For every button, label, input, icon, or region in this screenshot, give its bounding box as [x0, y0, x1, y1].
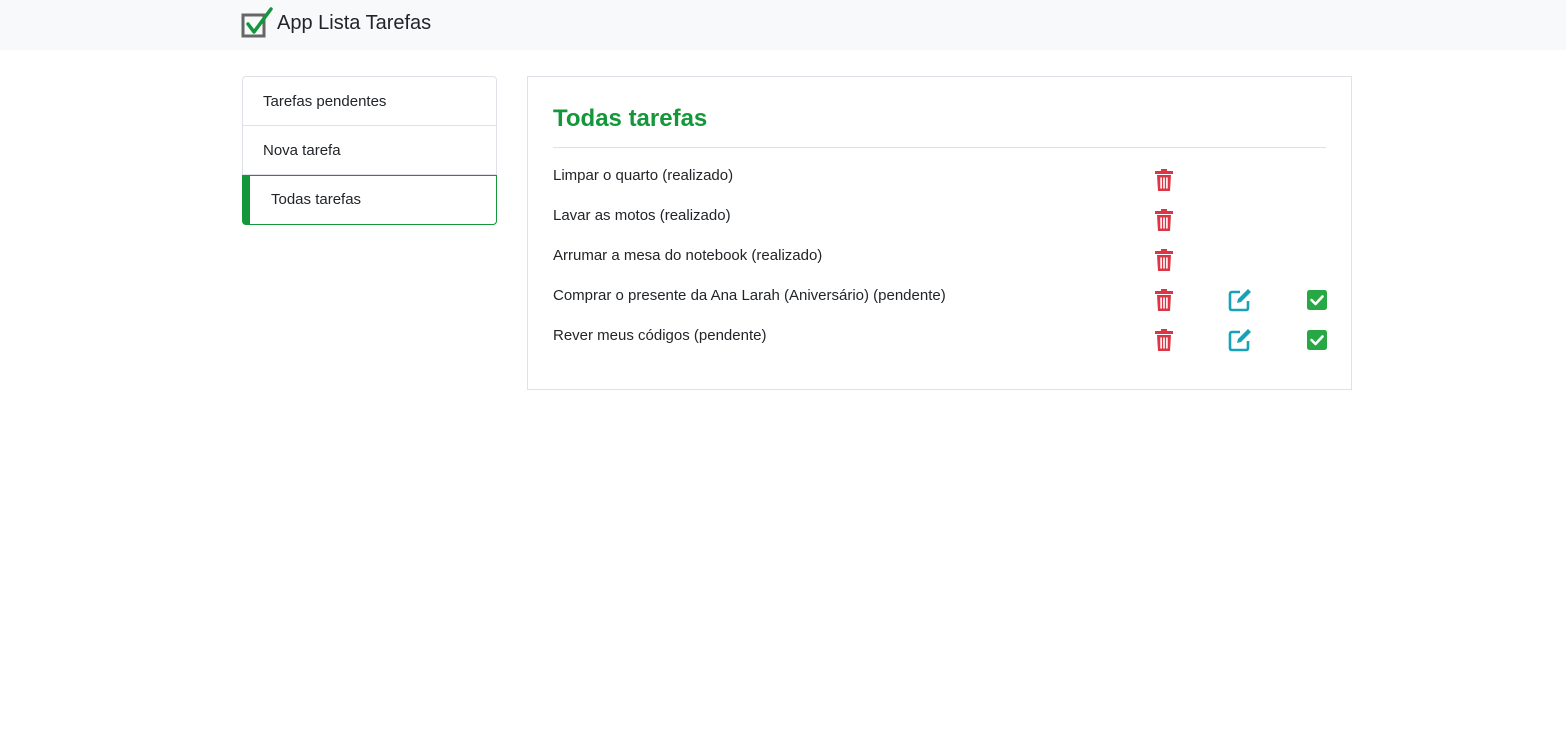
task-row: Comprar o presente da Ana Larah (Anivers…: [553, 277, 1329, 317]
checkbox-check-icon: [241, 7, 273, 38]
edit-icon[interactable]: [1228, 288, 1252, 312]
trash-icon[interactable]: [1152, 328, 1176, 352]
task-list: Limpar o quarto (realizado) Lavar as moto…: [553, 157, 1329, 357]
task-text: Rever meus códigos (pendente): [553, 327, 767, 344]
check-square-icon[interactable]: [1305, 288, 1329, 312]
trash-icon[interactable]: [1152, 288, 1176, 312]
trash-icon[interactable]: [1152, 208, 1176, 232]
task-row: Lavar as motos (realizado): [553, 197, 1326, 237]
task-row: Limpar o quarto (realizado): [553, 157, 1326, 197]
task-text: Lavar as motos (realizado): [553, 207, 731, 224]
sidebar-item-todas-tarefas[interactable]: Todas tarefas: [242, 175, 497, 225]
tasks-panel: Todas tarefas Limpar o quarto (realizado…: [527, 76, 1352, 390]
divider: [553, 147, 1326, 148]
check-square-icon[interactable]: [1305, 328, 1329, 352]
sidebar-item-tarefas-pendentes[interactable]: Tarefas pendentes: [243, 77, 496, 126]
sidebar-item-nova-tarefa[interactable]: Nova tarefa: [243, 126, 496, 175]
trash-icon[interactable]: [1152, 168, 1176, 192]
task-text: Limpar o quarto (realizado): [553, 167, 734, 184]
trash-icon[interactable]: [1152, 248, 1176, 272]
task-text: Arrumar a mesa do notebook (realizado): [553, 247, 823, 264]
sidebar-menu: Tarefas pendentes Nova tarefa Todas tare…: [242, 76, 497, 225]
brand-link[interactable]: App Lista Tarefas: [241, 7, 431, 39]
app-title: App Lista Tarefas: [277, 12, 432, 34]
task-text: Comprar o presente da Ana Larah (Anivers…: [553, 287, 946, 304]
task-row: Rever meus códigos (pendente): [553, 317, 1329, 357]
navbar: App Lista Tarefas: [0, 0, 1566, 50]
task-row: Arrumar a mesa do notebook (realizado): [553, 237, 1326, 277]
page-title: Todas tarefas: [553, 105, 708, 132]
edit-icon[interactable]: [1228, 328, 1252, 352]
